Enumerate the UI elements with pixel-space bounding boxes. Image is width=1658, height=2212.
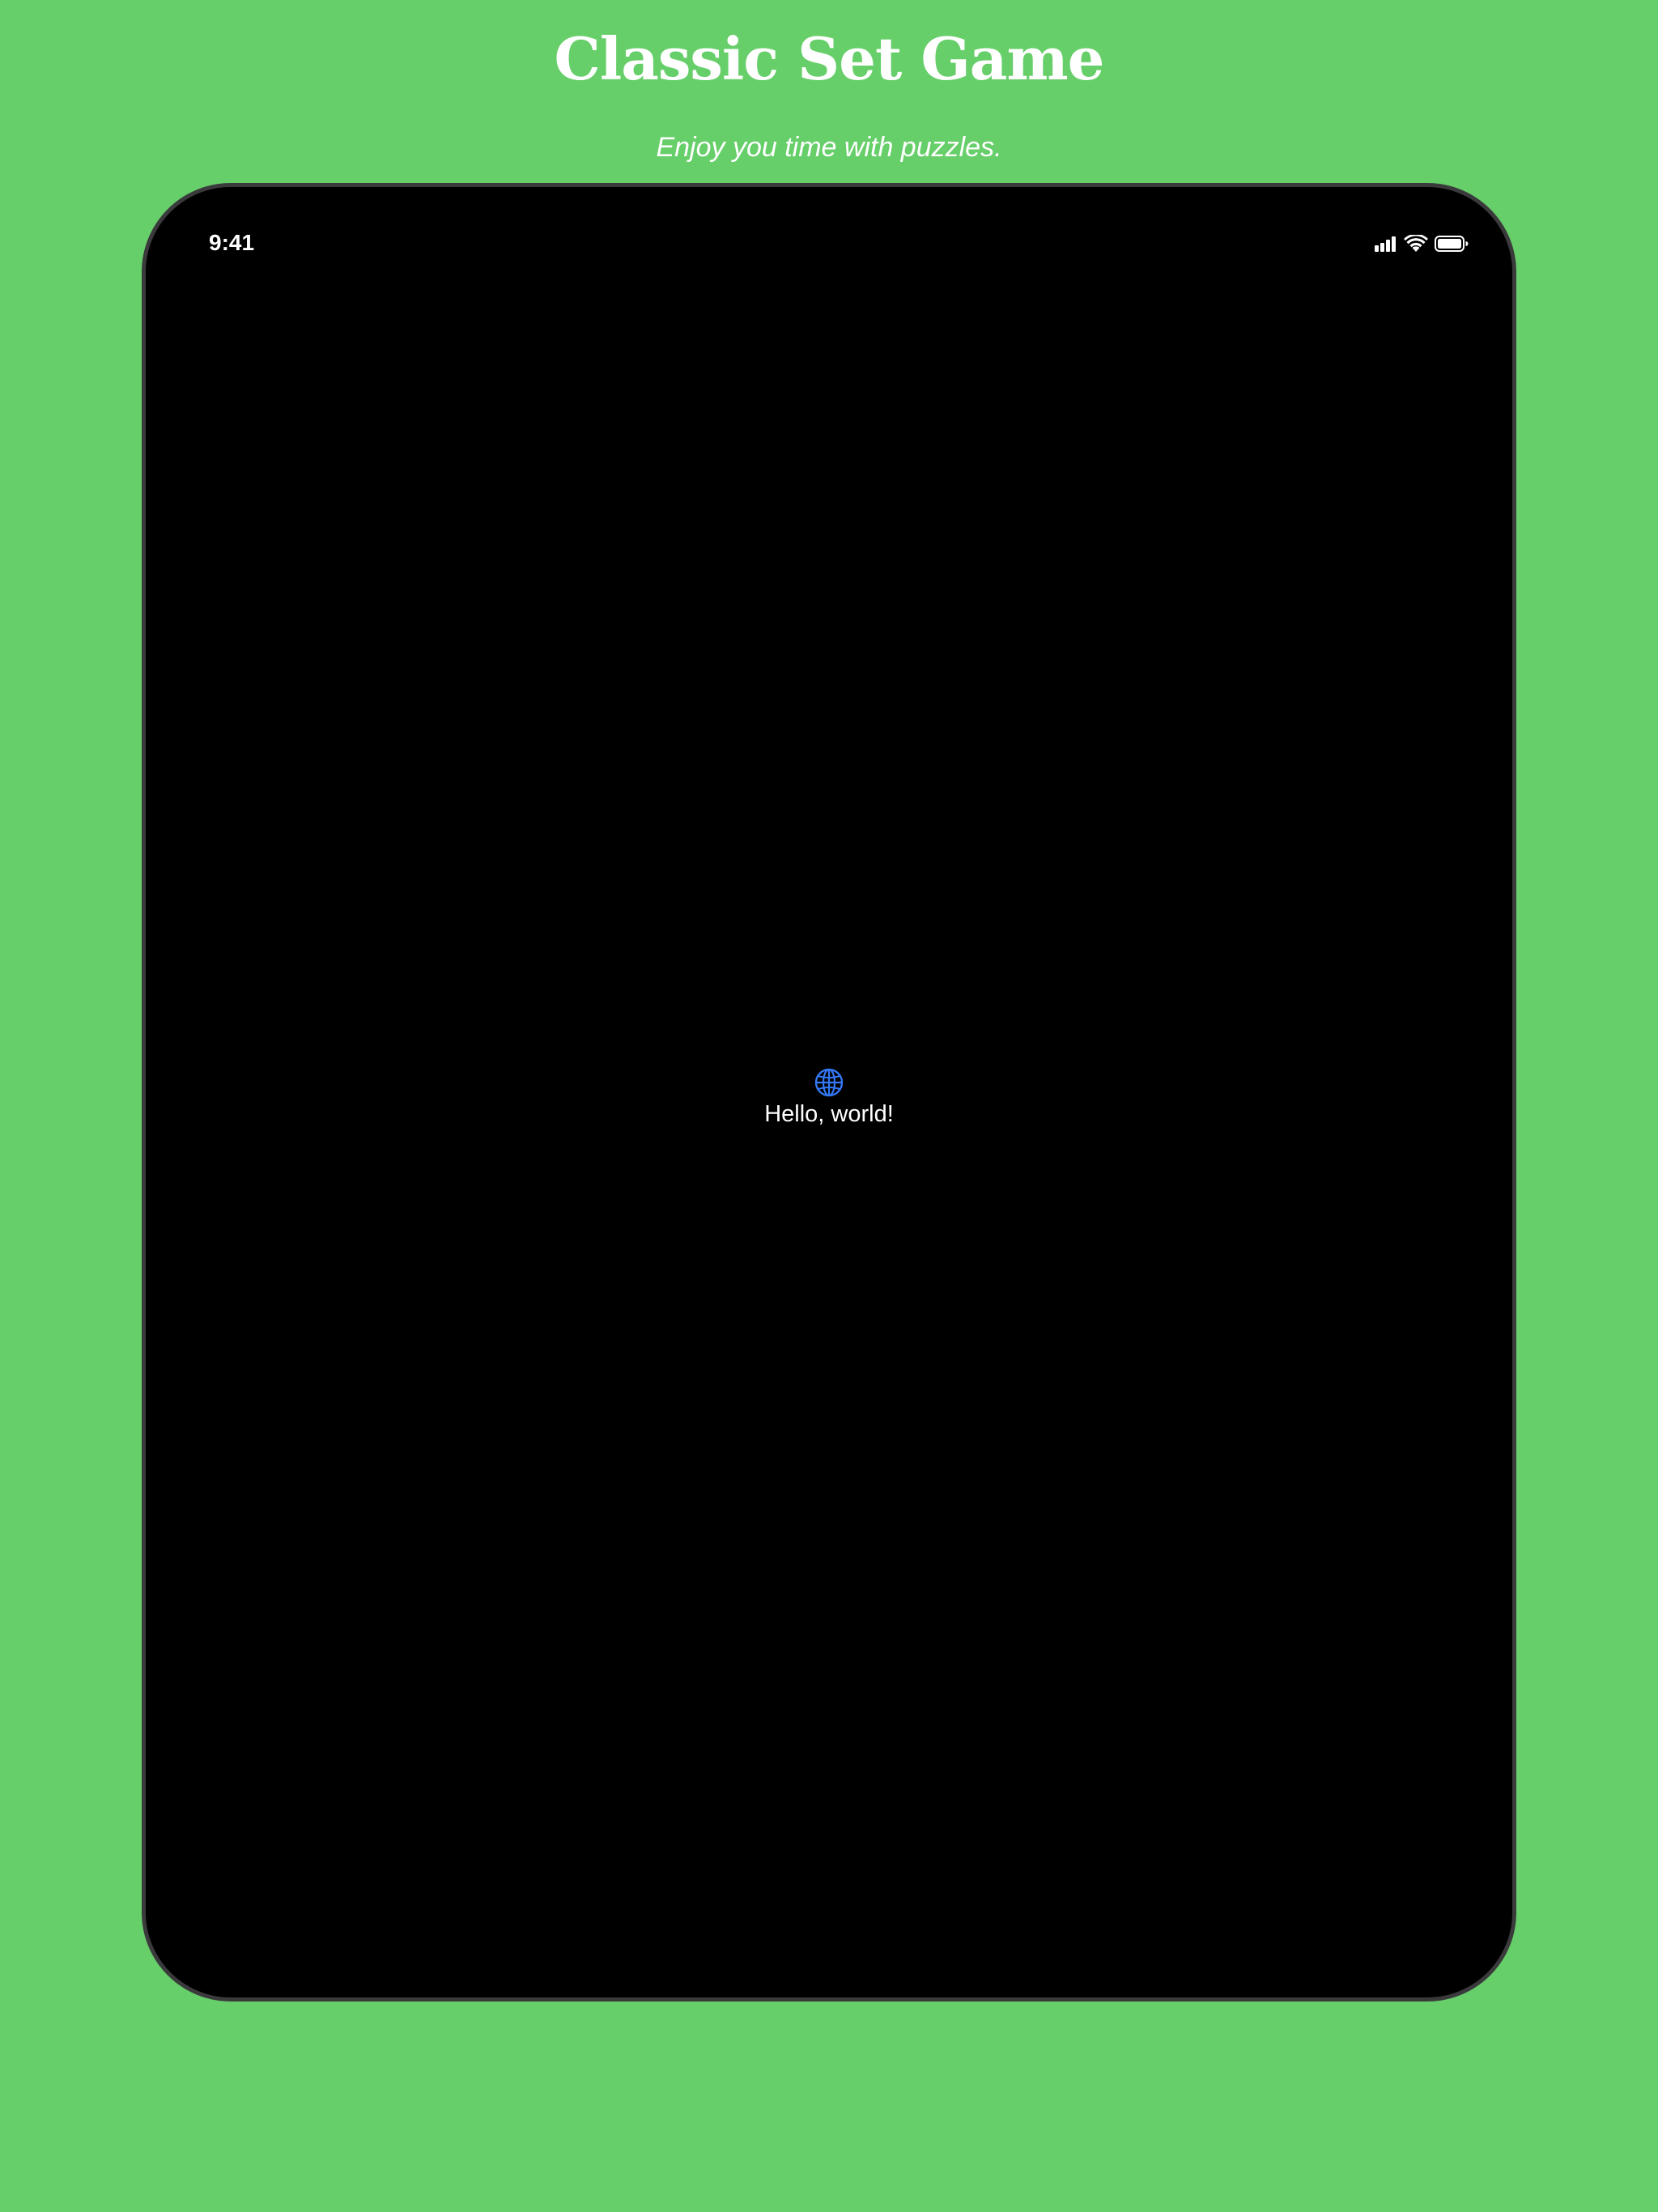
battery-icon: [1435, 235, 1469, 253]
status-bar: 9:41: [146, 187, 1512, 276]
globe-icon: [814, 1067, 844, 1098]
status-time: 9:41: [209, 230, 255, 255]
status-icons: [1375, 232, 1469, 255]
hello-text: Hello, world!: [764, 1101, 894, 1127]
page-title: Classic Set Game: [554, 24, 1105, 93]
page-subtitle: Enjoy you time with puzzles.: [656, 132, 1002, 163]
wifi-icon: [1404, 235, 1428, 253]
main-content: Hello, world!: [146, 1067, 1512, 1129]
cellular-signal-icon: [1375, 236, 1397, 252]
device-frame: 9:41 Hello, world!: [142, 183, 1516, 2001]
